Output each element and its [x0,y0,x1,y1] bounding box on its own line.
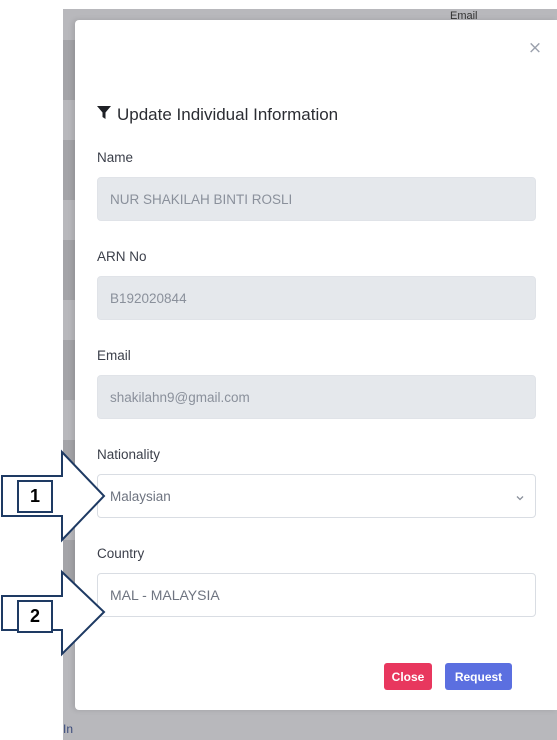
arn-value: B192020844 [110,290,187,306]
background-row [63,240,75,300]
annotation-label-1: 1 [17,480,53,513]
name-value: NUR SHAKILAH BINTI ROSLI [110,191,293,207]
arn-field: B192020844 [97,276,536,320]
close-icon[interactable]: × [525,38,545,58]
filter-icon [97,105,111,125]
modal-title: Update Individual Information [97,103,338,127]
email-value: shakilahn9@gmail.com [110,389,250,405]
background-row [63,140,75,200]
background-row [63,40,75,100]
arn-label: ARN No [97,249,147,264]
annotation-label-2: 2 [17,600,53,633]
email-label: Email [97,348,131,363]
modal-title-text: Update Individual Information [117,105,339,124]
chevron-down-icon [515,491,525,501]
name-label: Name [97,150,134,165]
request-button[interactable]: Request [445,663,512,690]
country-value: MAL - MALAYSIA [110,587,220,603]
country-input[interactable]: MAL - MALAYSIA [97,573,536,617]
country-label: Country [97,546,145,561]
name-field: NUR SHAKILAH BINTI ROSLI [97,177,536,221]
background-row [63,340,75,400]
background-link-text: In [63,722,74,736]
nationality-select[interactable]: Malaysian [97,474,536,518]
close-button[interactable]: Close [384,663,432,690]
nationality-value: Malaysian [110,488,171,504]
email-field: shakilahn9@gmail.com [97,375,536,419]
